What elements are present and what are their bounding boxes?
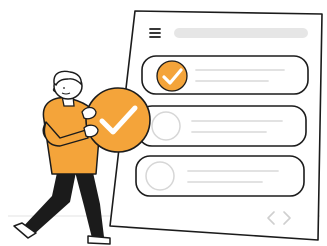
- person-head: [52, 70, 83, 100]
- person-leg: [74, 168, 104, 238]
- empty-circle: [151, 111, 181, 141]
- checked-circle: [156, 60, 188, 92]
- person-leg: [20, 168, 76, 236]
- person-hand: [81, 106, 97, 120]
- checklist-item: [137, 105, 307, 147]
- empty-circle: [145, 161, 175, 191]
- checklist-item: [135, 155, 305, 197]
- illustration-canvas: [8, 10, 323, 245]
- person-shoe: [87, 235, 111, 245]
- checklist-illustration: checklist: [0, 0, 327, 246]
- title-placeholder: [174, 28, 308, 38]
- checklist-item: [141, 55, 309, 95]
- held-check-badge: [85, 87, 151, 153]
- person-hand: [83, 124, 99, 138]
